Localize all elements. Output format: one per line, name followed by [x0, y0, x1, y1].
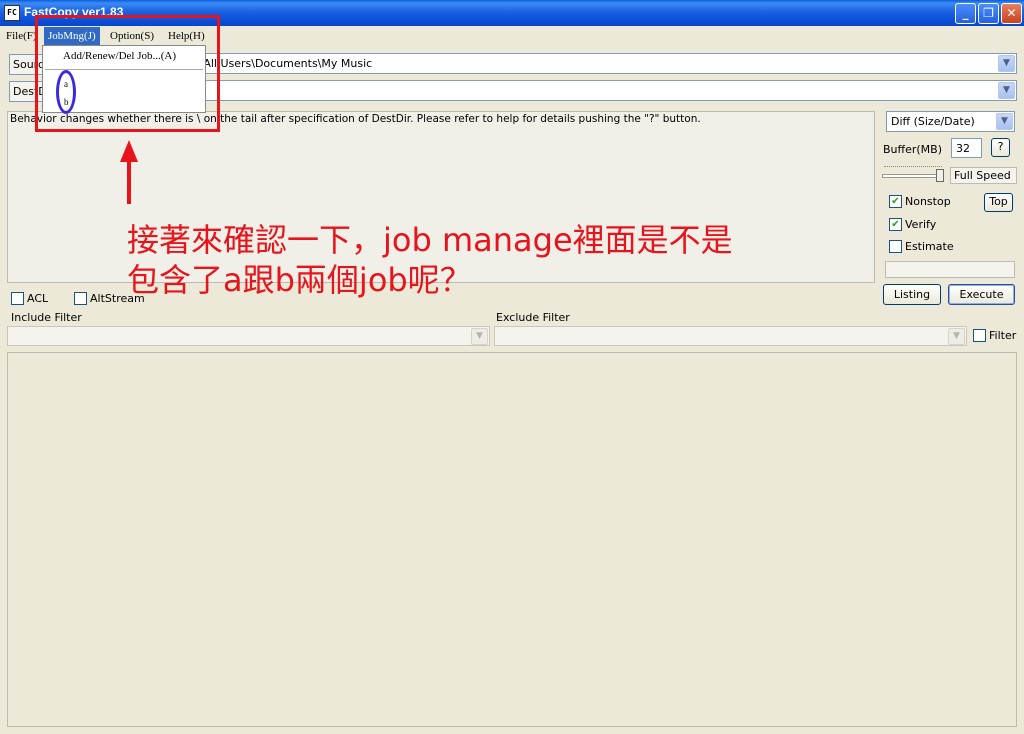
- top-button[interactable]: Top: [984, 193, 1013, 212]
- buffer-label: Buffer(MB): [883, 143, 943, 156]
- close-button[interactable]: ✕: [1001, 3, 1022, 24]
- app-icon: FC: [4, 5, 20, 21]
- slider-thumb[interactable]: [936, 169, 944, 182]
- chevron-down-icon[interactable]: ▼: [998, 82, 1015, 99]
- annotation-text-line1: 接著來確認一下，job manage裡面是不是: [127, 221, 733, 259]
- slider-track: [882, 174, 944, 178]
- estimate-checkbox[interactable]: [889, 240, 902, 253]
- annotation-arrow-icon: [120, 140, 138, 162]
- estimate-label: Estimate: [905, 240, 954, 253]
- chevron-down-icon[interactable]: ▼: [996, 113, 1013, 130]
- execute-button[interactable]: Execute: [948, 284, 1015, 305]
- filter-checkbox[interactable]: [973, 329, 986, 342]
- speed-slider[interactable]: [882, 163, 944, 183]
- nonstop-label: Nonstop: [905, 195, 951, 208]
- acl-label: ACL: [27, 292, 49, 305]
- help-button[interactable]: ?: [991, 138, 1010, 157]
- listing-button[interactable]: Listing: [883, 284, 941, 305]
- chevron-down-icon[interactable]: ▼: [998, 55, 1015, 72]
- buffer-input[interactable]: 32: [951, 138, 982, 158]
- verify-label: Verify: [905, 218, 937, 231]
- maximize-button[interactable]: ❐: [978, 3, 999, 24]
- copy-mode-value: Diff (Size/Date): [891, 115, 975, 128]
- filter-label: Filter: [989, 329, 1017, 342]
- nonstop-checkbox[interactable]: ✔: [889, 195, 902, 208]
- copy-mode-select[interactable]: Diff (Size/Date) ▼: [886, 111, 1015, 132]
- acl-checkbox[interactable]: [11, 292, 24, 305]
- annotation-text-line2: 包含了a跟b兩個job呢？: [127, 261, 472, 299]
- speed-label: Full Speed: [954, 169, 1011, 182]
- annotation-arrow-shaft: [127, 160, 131, 204]
- slider-ticks: [884, 166, 942, 169]
- exclude-filter-label: Exclude Filter: [496, 311, 570, 324]
- progress-box: [885, 261, 1015, 278]
- speed-display: Full Speed: [950, 167, 1017, 184]
- altstream-checkbox[interactable]: [74, 292, 87, 305]
- minimize-button[interactable]: _: [955, 3, 976, 24]
- include-filter-combo[interactable]: ▼: [7, 326, 490, 346]
- chevron-down-icon[interactable]: ▼: [471, 328, 488, 345]
- listing-area[interactable]: [7, 352, 1017, 727]
- include-filter-label: Include Filter: [11, 311, 82, 324]
- verify-checkbox[interactable]: ✔: [889, 218, 902, 231]
- annotation-circle: [56, 70, 76, 114]
- chevron-down-icon[interactable]: ▼: [948, 328, 965, 345]
- exclude-filter-combo[interactable]: ▼: [494, 326, 967, 346]
- buffer-value: 32: [956, 142, 970, 155]
